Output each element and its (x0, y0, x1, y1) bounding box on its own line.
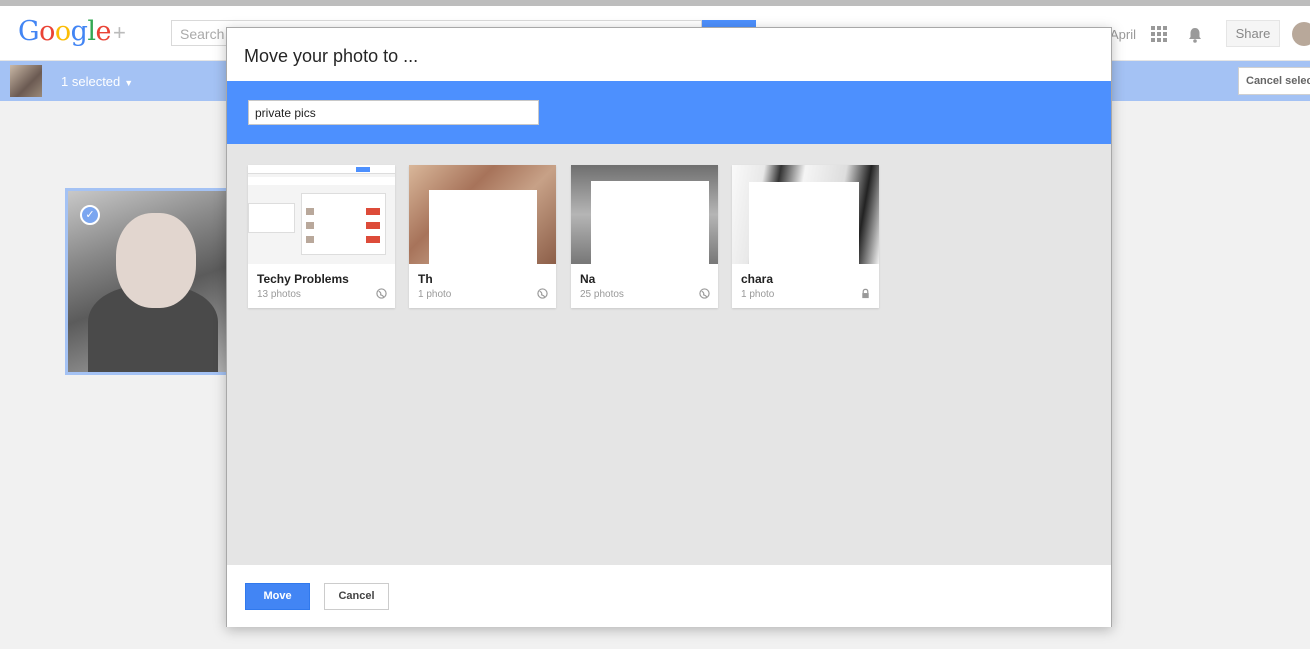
album-photo-count: 1 photo (741, 289, 775, 300)
album-name: Techy Problems (257, 272, 349, 286)
album-photo-count: 1 photo (418, 289, 452, 300)
album-card-na[interactable]: Na 25 photos (571, 165, 718, 308)
share-button[interactable]: Share (1226, 20, 1280, 47)
cancel-selection-button[interactable]: Cancel selection (1238, 67, 1310, 95)
redaction-block (591, 264, 709, 278)
album-cover (732, 165, 879, 264)
move-photo-dialog: Move your photo to ... Techy Problems 13… (226, 27, 1112, 627)
redaction-block (429, 190, 537, 264)
globe-icon (699, 288, 710, 299)
notifications-bell-icon[interactable] (1186, 26, 1204, 44)
redaction-block (749, 182, 859, 264)
dialog-footer: Move Cancel (227, 565, 1111, 627)
album-name-input[interactable] (248, 100, 539, 125)
profile-avatar[interactable] (1292, 22, 1310, 46)
album-name: Na (580, 272, 596, 286)
dialog-title: Move your photo to ... (244, 46, 419, 66)
redaction-block (591, 181, 709, 264)
album-card-th[interactable]: Th 1 photo (409, 165, 556, 308)
move-button[interactable]: Move (245, 583, 310, 610)
album-cover (248, 165, 395, 264)
album-photo-count: 25 photos (580, 289, 624, 300)
globe-icon (537, 288, 548, 299)
globe-icon (376, 288, 387, 299)
cancel-button[interactable]: Cancel (324, 583, 389, 610)
album-photo-count: 13 photos (257, 289, 301, 300)
selected-photo-thumbnail (10, 65, 42, 97)
album-cover (571, 165, 718, 264)
album-search-band (227, 81, 1111, 144)
album-card-techy-problems[interactable]: Techy Problems 13 photos (248, 165, 395, 308)
check-icon[interactable]: ✓ (80, 205, 100, 225)
photo-subject-face (116, 213, 196, 308)
lock-icon (862, 288, 869, 299)
selection-count-label: 1 selected (61, 74, 121, 89)
album-cover (409, 165, 556, 264)
selection-count-dropdown[interactable]: 1 selected ▼ (61, 74, 133, 89)
selected-photo[interactable]: ✓ (65, 188, 240, 375)
album-card-chara[interactable]: chara 1 photo (732, 165, 879, 308)
album-name: Th (418, 272, 433, 286)
caret-down-icon: ▼ (124, 78, 134, 88)
user-name-link[interactable]: April (1110, 27, 1136, 42)
google-plus-logo[interactable]: Google+ (18, 16, 126, 47)
apps-grid-icon[interactable] (1151, 26, 1167, 42)
album-grid: Techy Problems 13 photos Th 1 photo Na 2… (227, 144, 1111, 565)
album-name: chara (741, 272, 774, 286)
search-placeholder: Search (180, 26, 225, 42)
redaction-block (429, 264, 537, 278)
